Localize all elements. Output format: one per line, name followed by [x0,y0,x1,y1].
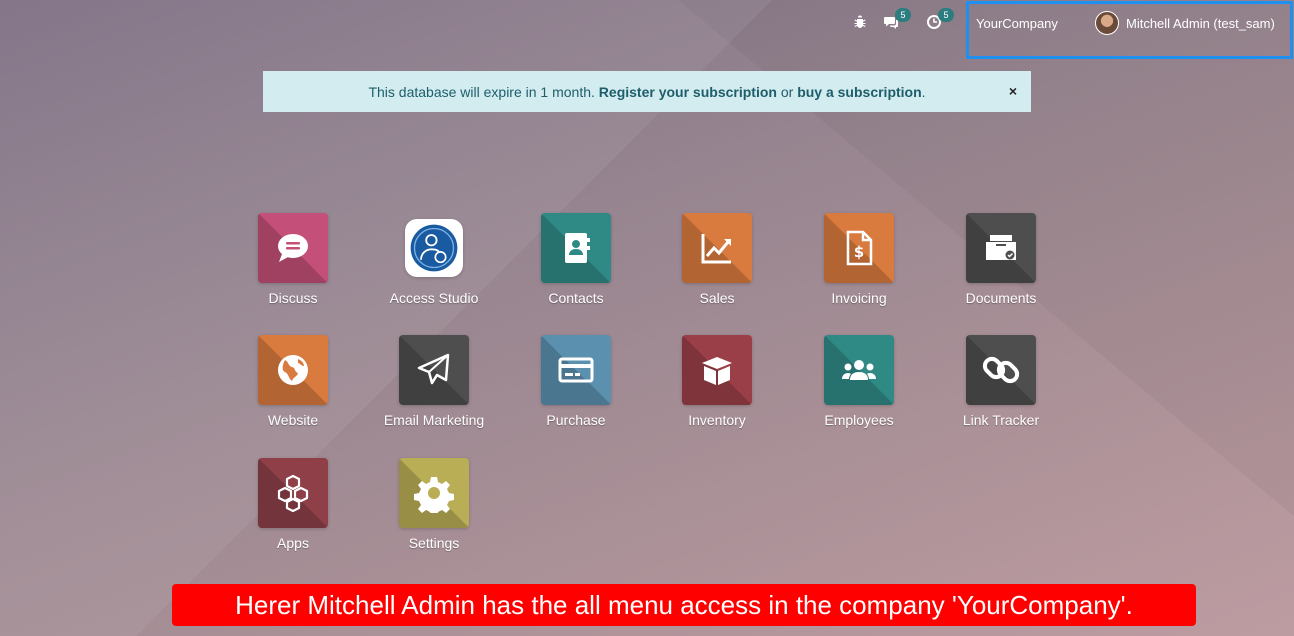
app-label: Settings [408,535,460,551]
banner-or: or [780,83,794,100]
app-label: Inventory [688,412,746,428]
user-menu[interactable]: Mitchell Admin (test_sam) [1126,16,1275,31]
app-label: Documents [965,290,1037,306]
app-invoicing[interactable]: $ Invoicing [789,213,929,306]
close-icon[interactable]: × [1009,83,1017,99]
app-apps[interactable]: Apps [223,458,363,551]
activities-badge: 5 [938,8,954,22]
app-discuss[interactable]: Discuss [223,213,363,306]
app-label: Access Studio [389,290,479,306]
app-label: Sales [699,290,735,306]
app-link-tracker[interactable]: Link Tracker [931,335,1071,428]
svg-text:$: $ [854,243,864,261]
address-book-icon [541,213,611,283]
app-label: Email Marketing [383,412,485,428]
globe-icon [258,335,328,405]
app-access-studio[interactable]: Access Studio [364,213,504,306]
app-sales[interactable]: Sales [647,213,787,306]
app-settings[interactable]: Settings [364,458,504,551]
app-label: Discuss [268,290,318,306]
app-email-marketing[interactable]: Email Marketing [364,335,504,428]
users-icon [824,335,894,405]
chart-up-icon [682,213,752,283]
register-subscription-link[interactable]: Register your subscription [599,84,777,100]
avatar[interactable] [1095,11,1119,35]
app-label: Invoicing [831,290,887,306]
messages-button[interactable]: 5 [883,8,911,32]
buy-subscription-link[interactable]: buy a subscription [797,84,921,100]
activities-button[interactable]: 5 [926,8,954,32]
messages-badge: 5 [895,8,911,22]
app-label: Employees [824,412,894,428]
document-box-icon [966,213,1036,283]
annotation-caption: Herer Mitchell Admin has the all menu ac… [172,584,1196,626]
app-documents[interactable]: Documents [931,213,1071,306]
app-label: Link Tracker [962,412,1040,428]
gear-icon [399,458,469,528]
link-icon [966,335,1036,405]
bug-icon[interactable] [852,14,870,32]
banner-period: . [921,83,926,100]
banner-text: This database will expire in 1 month. [368,83,595,100]
app-label: Apps [277,535,309,551]
paper-plane-icon [399,335,469,405]
user-shield-icon [405,219,463,277]
company-switcher[interactable]: YourCompany [976,16,1058,31]
app-employees[interactable]: Employees [789,335,929,428]
app-inventory[interactable]: Inventory [647,335,787,428]
app-label: Purchase [546,412,606,428]
app-label: Contacts [548,290,604,306]
cubes-icon [258,458,328,528]
app-label: Website [267,412,319,428]
credit-card-icon [541,335,611,405]
chat-bubble-icon [258,213,328,283]
invoice-icon: $ [824,213,894,283]
app-website[interactable]: Website [223,335,363,428]
box-icon [682,335,752,405]
app-purchase[interactable]: Purchase [506,335,646,428]
app-contacts[interactable]: Contacts [506,213,646,306]
expiration-banner: This database will expire in 1 month. Re… [263,71,1031,112]
